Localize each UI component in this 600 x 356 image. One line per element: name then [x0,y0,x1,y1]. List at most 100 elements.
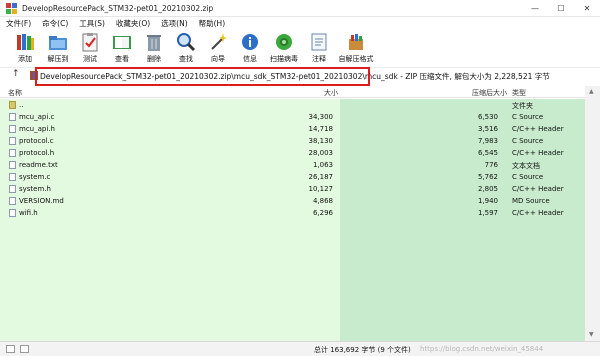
title-bar: DevelopResourcePack_STM32-pet01_20210302… [0,0,600,17]
file-icon [9,209,16,217]
table-row[interactable]: .. 文件夹 [0,99,585,111]
table-row[interactable]: readme.txt 1,063 776 文本文档 [0,159,585,171]
file-icon [9,113,16,121]
key-icon[interactable] [20,345,29,353]
comment-icon [309,32,329,52]
table-row[interactable]: protocol.c 38,130 7,983 C Source [0,135,585,147]
magnifier-icon [176,32,196,52]
info-label: 信息 [243,55,257,63]
file-size: 38,130 [308,137,334,145]
minimize-button[interactable]: — [522,0,548,17]
file-icon [9,197,16,205]
file-type: C/C++ Header [512,149,564,157]
file-name: system.h [19,185,51,193]
wizard-label: 向导 [211,55,225,63]
comment-button[interactable]: 注释 [304,32,334,66]
add-button[interactable]: 添加 [10,32,40,66]
file-size: 1,063 [312,161,333,169]
file-size: 10,127 [308,185,334,193]
file-icon [9,185,16,193]
trash-icon [144,32,164,52]
file-type: C Source [512,173,544,181]
maximize-button[interactable]: ☐ [548,0,574,17]
sfx-box-icon [346,32,366,52]
file-size: 28,003 [308,149,334,157]
file-size: 26,187 [308,173,334,181]
file-name: mcu_api.h [19,125,55,133]
column-type[interactable]: 类型 [512,88,526,98]
sfx-label: 自解压格式 [338,55,374,63]
status-text: 总计 163,692 字节 (9 个文件) [314,346,411,354]
file-packed-size: 776 [484,161,498,169]
file-type: C/C++ Header [512,209,564,217]
add-books-icon [15,32,35,52]
virus-scan-button[interactable]: 扫描病毒 [269,32,299,66]
view-book-icon [112,32,132,52]
file-packed-size: 6,530 [477,113,498,121]
file-size: 4,868 [312,197,333,205]
extract-to-button[interactable]: 解压到 [43,32,73,66]
file-packed-size: 1,940 [477,197,498,205]
toolbar: 添加 解压到 测试 查看 删除 查找 向导 信息 扫描病毒 注释 自解压格式 [0,30,600,68]
table-row[interactable]: system.h 10,127 2,805 C/C++ Header [0,183,585,195]
test-button[interactable]: 测试 [75,32,105,66]
file-name: system.c [19,173,51,181]
table-row[interactable]: mcu_api.c 34,300 6,530 C Source [0,111,585,123]
delete-button[interactable]: 删除 [139,32,169,66]
delete-label: 删除 [147,55,161,63]
window-controls: — ☐ ✕ [522,0,600,17]
close-button[interactable]: ✕ [574,0,600,17]
file-icon [9,137,16,145]
file-icon [9,125,16,133]
file-size: 34,300 [308,113,334,121]
file-type: C/C++ Header [512,185,564,193]
highlight-box [35,67,370,86]
info-button[interactable]: 信息 [235,32,265,66]
file-type: MD Source [512,197,550,205]
up-arrow-icon[interactable]: ↑ [12,69,20,79]
file-type: 文本文档 [512,162,540,170]
table-row[interactable]: mcu_api.h 14,718 3,516 C/C++ Header [0,123,585,135]
wizard-button[interactable]: 向导 [203,32,233,66]
wizard-wand-icon [208,32,228,52]
menu-tools[interactable]: 工具(S) [73,18,110,29]
column-packed[interactable]: 压缩后大小 [472,88,507,98]
test-label: 测试 [83,55,97,63]
file-type: C/C++ Header [512,125,564,133]
file-size: 14,718 [308,125,334,133]
sfx-button[interactable]: 自解压格式 [338,32,374,66]
file-type: C Source [512,137,544,145]
table-row[interactable]: wifi.h 6,296 1,597 C/C++ Header [0,207,585,219]
file-icon [9,149,16,157]
column-name[interactable]: 名称 [8,88,22,98]
table-row[interactable]: system.c 26,187 5,762 C Source [0,171,585,183]
menu-bar: 文件(F) 命令(C) 工具(S) 收藏夹(O) 选项(N) 帮助(H) [0,17,600,30]
test-clipboard-icon [80,32,100,52]
file-packed-size: 6,545 [477,149,498,157]
table-row[interactable]: VERSION.md 4,868 1,940 MD Source [0,195,585,207]
column-size[interactable]: 大小 [324,88,338,98]
scroll-up-icon[interactable]: ▲ [589,88,594,95]
info-icon [240,32,260,52]
find-button[interactable]: 查找 [171,32,201,66]
drive-icon[interactable] [6,345,15,353]
file-list: .. 文件夹 mcu_api.c 34,300 6,530 C Source m… [0,99,600,341]
file-type: 文件夹 [512,102,533,110]
file-name: protocol.h [19,149,55,157]
file-name: VERSION.md [19,197,64,205]
menu-commands[interactable]: 命令(C) [36,18,73,29]
winrar-app-icon [6,2,17,14]
view-button[interactable]: 查看 [107,32,137,66]
column-header: 名称 大小 压缩后大小 类型 [0,86,600,98]
scroll-down-icon[interactable]: ▼ [589,331,594,338]
menu-file[interactable]: 文件(F) [0,18,36,29]
table-row[interactable]: protocol.h 28,003 6,545 C/C++ Header [0,147,585,159]
menu-favorites[interactable]: 收藏夹(O) [110,18,155,29]
file-icon [9,173,16,181]
file-icon [9,161,16,169]
menu-options[interactable]: 选项(N) [155,18,192,29]
virus-scan-label: 扫描病毒 [270,55,298,63]
menu-help[interactable]: 帮助(H) [193,18,231,29]
vertical-scrollbar[interactable]: ▲ ▼ [585,86,600,341]
watermark-text: https://blog.csdn.net/weixin_45844 [420,345,544,353]
